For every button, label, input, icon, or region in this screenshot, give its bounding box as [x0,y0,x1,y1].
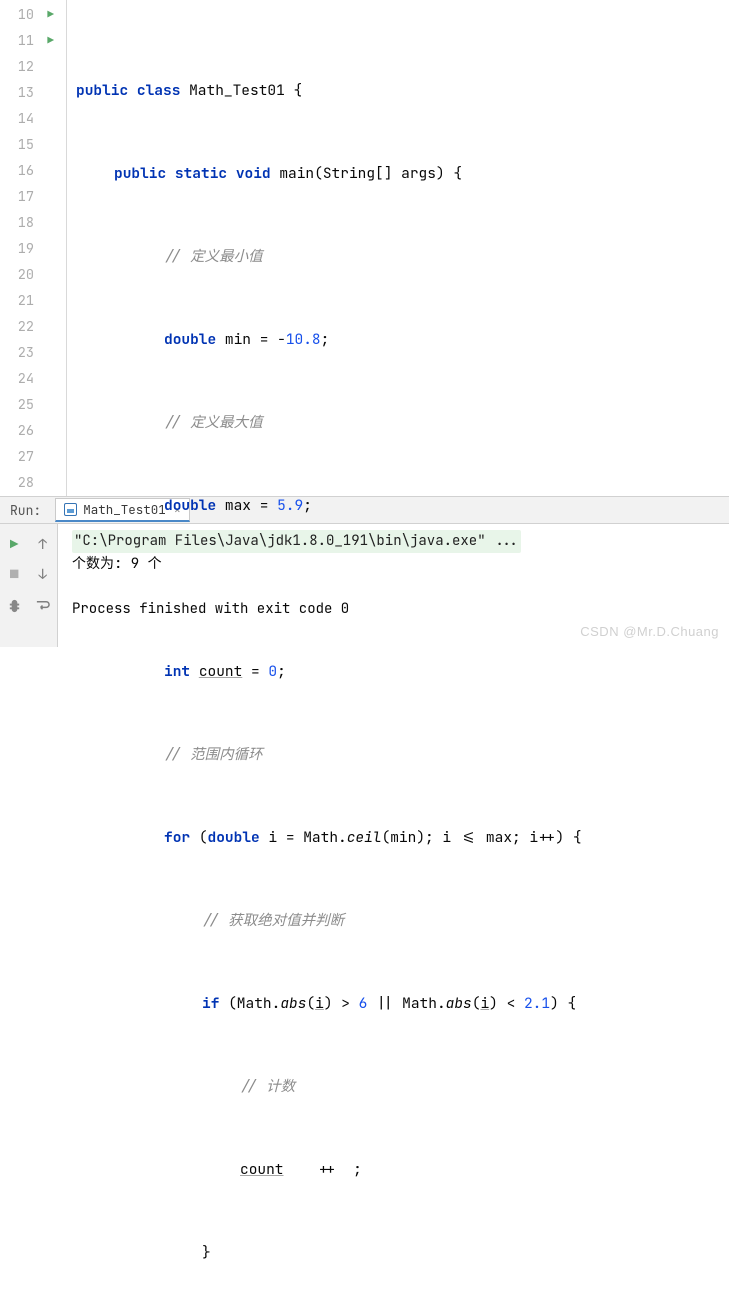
soft-wrap-icon[interactable] [34,596,52,614]
gutter-line[interactable]: 28 [0,470,64,496]
code-line: // 定义最大值 [64,410,729,436]
console-line: 个数为: 9 个 [72,553,721,576]
editor-area: 10▶11▶1213141516171819202122232425262728… [0,0,729,496]
code-line: public static void main(String[] args) { [64,161,729,187]
gutter-line[interactable]: 16 [0,158,64,184]
code-column[interactable]: public class Math_Test01 { public static… [64,0,729,496]
gutter-line[interactable]: 10▶ [0,2,64,28]
stop-icon[interactable]: ■ [5,566,23,584]
gutter-line[interactable]: 15 [0,132,64,158]
watermark: CSDN @Mr.D.Chuang [580,624,719,639]
code-line: double max = 5.9; [64,493,729,519]
run-toolbar: ▶ ↑ ■ ↓ [0,524,58,647]
code-line: for (double i = Math.ceil(min); i <= max… [64,825,729,851]
code-line: } [64,1240,729,1266]
gutter-line[interactable]: 23 [0,340,64,366]
gutter-line[interactable]: 25 [0,392,64,418]
code-line: // 计数 [64,1074,729,1100]
debug-icon[interactable] [5,596,23,614]
scroll-up-icon[interactable]: ↑ [34,536,52,554]
code-line: double min = -10.8; [64,327,729,353]
run-label: Run: [10,502,41,519]
scroll-down-icon[interactable]: ↓ [34,566,52,584]
gutter-line[interactable]: 12 [0,54,64,80]
gutter-line[interactable]: 21 [0,288,64,314]
console-command: "C:\Program Files\Java\jdk1.8.0_191\bin\… [72,530,521,553]
gutter-line[interactable]: 14 [0,106,64,132]
gutter-line[interactable]: 20 [0,262,64,288]
code-line: int count = 0; [64,659,729,685]
app-icon [64,503,77,516]
code-line: public class Math_Test01 { [64,78,729,104]
code-line: // 定义最小值 [64,244,729,270]
gutter-line[interactable]: 13 [0,80,64,106]
code-line: // 获取绝对值并判断 [64,908,729,934]
run-gutter-icon[interactable]: ▶ [42,2,54,28]
console-line: Process finished with exit code 0 [72,598,721,621]
gutter-line[interactable]: 18 [0,210,64,236]
line-gutter: 10▶11▶1213141516171819202122232425262728 [0,0,64,496]
run-gutter-icon[interactable]: ▶ [42,28,54,54]
gutter-line[interactable]: 17 [0,184,64,210]
code-line: count ++ ; [64,1157,729,1183]
code-line: // 范围内循环 [64,742,729,768]
gutter-line[interactable]: 24 [0,366,64,392]
gutter-line[interactable]: 27 [0,444,64,470]
rerun-icon[interactable]: ▶ [5,536,23,554]
code-line: if (Math.abs(i) > 6 || Math.abs(i) < 2.1… [64,991,729,1017]
gutter-line[interactable]: 11▶ [0,28,64,54]
gutter-line[interactable]: 26 [0,418,64,444]
gutter-line[interactable]: 19 [0,236,64,262]
gutter-line[interactable]: 22 [0,314,64,340]
